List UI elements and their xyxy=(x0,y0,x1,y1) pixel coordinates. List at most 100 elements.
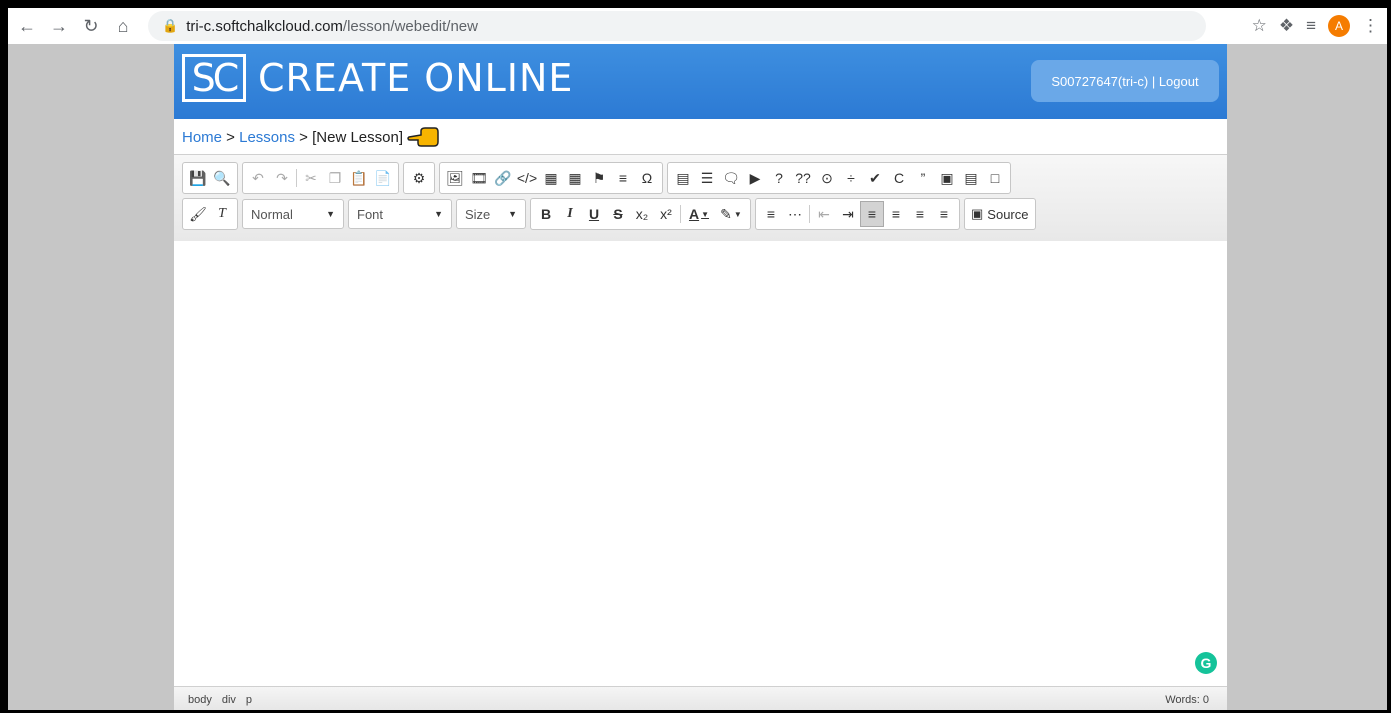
extensions-puzzle-icon[interactable]: ❖ xyxy=(1279,16,1294,36)
toolbar-group-cleanup: 🖌 T xyxy=(182,198,238,230)
browser-toolbar: ← → ↻ ⌂ 🔒 tri-c.softchalkcloud.com/lesso… xyxy=(8,8,1387,44)
forward-arrow-icon[interactable]: → xyxy=(46,13,72,39)
quote-icon[interactable]: ” xyxy=(911,165,935,191)
highlight-color-button[interactable]: ✎ ▼ xyxy=(715,201,747,227)
outdent-icon[interactable]: ⇤ xyxy=(812,201,836,227)
toolbar-row-2: 🖌 T Normal ▼ Font ▼ Size ▼ B I U S x₂ x²… xyxy=(182,198,1036,230)
source-label: Source xyxy=(987,206,1029,222)
settings-gear-icon[interactable]: ⚙ xyxy=(407,165,431,191)
numbered-list-icon[interactable]: ≡ xyxy=(759,201,783,227)
breadcrumb-lessons-link[interactable]: Lessons xyxy=(239,129,295,146)
save-icon[interactable]: 💾 xyxy=(186,165,210,191)
breadcrumb-home-link[interactable]: Home xyxy=(182,129,222,146)
media-icon[interactable]: 🎞 xyxy=(467,165,491,191)
subscript-icon[interactable]: x₂ xyxy=(630,201,654,227)
element-path: body div p xyxy=(188,694,252,706)
comment-icon[interactable]: 🗨 xyxy=(719,165,743,191)
font-select[interactable]: Font ▼ xyxy=(348,199,452,229)
text-color-button[interactable]: A ▼ xyxy=(683,201,715,227)
strikethrough-button[interactable]: S xyxy=(606,201,630,227)
path-p[interactable]: p xyxy=(246,694,252,706)
align-justify-icon[interactable]: ≡ xyxy=(932,201,956,227)
toolbar-separator xyxy=(296,169,297,187)
copy-icon[interactable]: ❐ xyxy=(323,165,347,191)
user-logout-button[interactable]: S00727647(tri-c) | Logout xyxy=(1031,60,1219,102)
toolbar-row-1: 💾 🔍 ↶ ↷ ✂ ❐ 📋 📄 ⚙ 🖼 🎞 🔗 </> ▦ ▦ ⚑ ≡ Ω ▤ … xyxy=(182,162,1011,194)
url-host: tri-c.softchalkcloud.com xyxy=(186,17,343,35)
breadcrumb-separator: > xyxy=(295,128,313,146)
reload-icon[interactable]: ↻ xyxy=(78,13,104,39)
superscript-icon[interactable]: x² xyxy=(654,201,678,227)
redo-icon[interactable]: ↷ xyxy=(270,165,294,191)
address-bar[interactable]: 🔒 tri-c.softchalkcloud.com/lesson/webedi… xyxy=(148,11,1206,41)
c-icon[interactable]: C xyxy=(887,165,911,191)
size-select-value: Size xyxy=(465,206,491,222)
word-count: Words: 0 xyxy=(1165,694,1209,706)
remove-format-icon[interactable]: T xyxy=(210,201,234,227)
undo-icon[interactable]: ↶ xyxy=(246,165,270,191)
paste-text-icon[interactable]: 📄 xyxy=(371,165,395,191)
bookmark-star-icon[interactable]: ☆ xyxy=(1252,16,1267,36)
textpop-icon[interactable]: ▤ xyxy=(671,165,695,191)
div-icon[interactable]: ▣ xyxy=(935,165,959,191)
format-select-value: Normal xyxy=(251,206,293,222)
copy-format-brush-icon[interactable]: 🖌 xyxy=(186,201,210,227)
eye-icon[interactable]: ⊙ xyxy=(815,165,839,191)
back-arrow-icon[interactable]: ← xyxy=(14,13,40,39)
maximize-icon[interactable]: □ xyxy=(983,165,1007,191)
path-div[interactable]: div xyxy=(222,694,236,706)
toolbar-group-insert: 🖼 🎞 🔗 </> ▦ ▦ ⚑ ≡ Ω xyxy=(439,162,663,194)
toolbar-separator xyxy=(680,205,681,223)
toolbar-group-text-style: B I U S x₂ x² A ▼ ✎ ▼ xyxy=(530,198,751,230)
layout-icon[interactable]: ▤ xyxy=(959,165,983,191)
align-left-icon[interactable]: ≡ xyxy=(860,201,884,227)
breadcrumb-separator: > xyxy=(222,128,240,146)
grammarly-icon[interactable]: G xyxy=(1195,652,1217,674)
underline-button[interactable]: U xyxy=(582,201,606,227)
format-select[interactable]: Normal ▼ xyxy=(242,199,344,229)
softchalk-app: S C CREATE ONLINE S00727647(tri-c) | Logo… xyxy=(174,44,1227,711)
link-icon[interactable]: 🔗 xyxy=(491,165,515,191)
bullet-list-icon[interactable]: ⋯ xyxy=(783,201,807,227)
table-icon[interactable]: ▦ xyxy=(563,165,587,191)
home-icon[interactable]: ⌂ xyxy=(110,13,136,39)
equation-icon[interactable]: ÷ xyxy=(839,165,863,191)
horizontal-lines-icon[interactable]: ≡ xyxy=(611,165,635,191)
reading-list-icon[interactable]: ≡ xyxy=(1306,16,1316,36)
path-body[interactable]: body xyxy=(188,694,212,706)
toolbar-group-settings: ⚙ xyxy=(403,162,435,194)
align-right-icon[interactable]: ≡ xyxy=(908,201,932,227)
editor-toolbar: 💾 🔍 ↶ ↷ ✂ ❐ 📋 📄 ⚙ 🖼 🎞 🔗 </> ▦ ▦ ⚑ ≡ Ω ▤ … xyxy=(174,154,1227,242)
cut-icon[interactable]: ✂ xyxy=(299,165,323,191)
quiz-question-button[interactable]: ? xyxy=(767,165,791,191)
font-select-value: Font xyxy=(357,206,384,222)
chevron-down-icon: ▼ xyxy=(326,209,335,219)
align-center-icon[interactable]: ≡ xyxy=(884,201,908,227)
play-circle-icon[interactable]: ▶ xyxy=(743,165,767,191)
toolbar-group-document: 💾 🔍 xyxy=(182,162,238,194)
bold-button[interactable]: B xyxy=(534,201,558,227)
preview-icon[interactable]: 🔍 xyxy=(210,165,234,191)
bookmark-icon[interactable]: ⚑ xyxy=(587,165,611,191)
sidebar-list-icon[interactable]: ☰ xyxy=(695,165,719,191)
image-icon[interactable]: 🖼 xyxy=(443,165,467,191)
size-select[interactable]: Size ▼ xyxy=(456,199,526,229)
embed-code-icon[interactable]: </> xyxy=(515,165,539,191)
breadcrumb-current: [New Lesson] xyxy=(312,128,403,146)
toolbar-group-activities: ▤ ☰ 🗨 ▶ ? ?? ⊙ ÷ ✔ C ” ▣ ▤ □ xyxy=(667,162,1011,194)
checkmark-icon[interactable]: ✔ xyxy=(863,165,887,191)
special-char-omega-icon[interactable]: Ω xyxy=(635,165,659,191)
editor-content-area[interactable]: G xyxy=(174,241,1227,686)
source-button[interactable]: ▣ Source xyxy=(964,198,1036,230)
widget-icon[interactable]: ▦ xyxy=(539,165,563,191)
browser-actions: ☆ ❖ ≡ A ⋮ xyxy=(1252,8,1379,44)
paste-icon[interactable]: 📋 xyxy=(347,165,371,191)
italic-button[interactable]: I xyxy=(558,201,582,227)
source-code-icon: ▣ xyxy=(971,206,984,221)
quiz-group-button[interactable]: ?? xyxy=(791,165,815,191)
text-color-label: A xyxy=(688,206,700,222)
more-menu-icon[interactable]: ⋮ xyxy=(1362,16,1379,36)
indent-icon[interactable]: ⇥ xyxy=(836,201,860,227)
app-title: CREATE ONLINE xyxy=(258,56,574,100)
profile-avatar[interactable]: A xyxy=(1328,15,1350,37)
